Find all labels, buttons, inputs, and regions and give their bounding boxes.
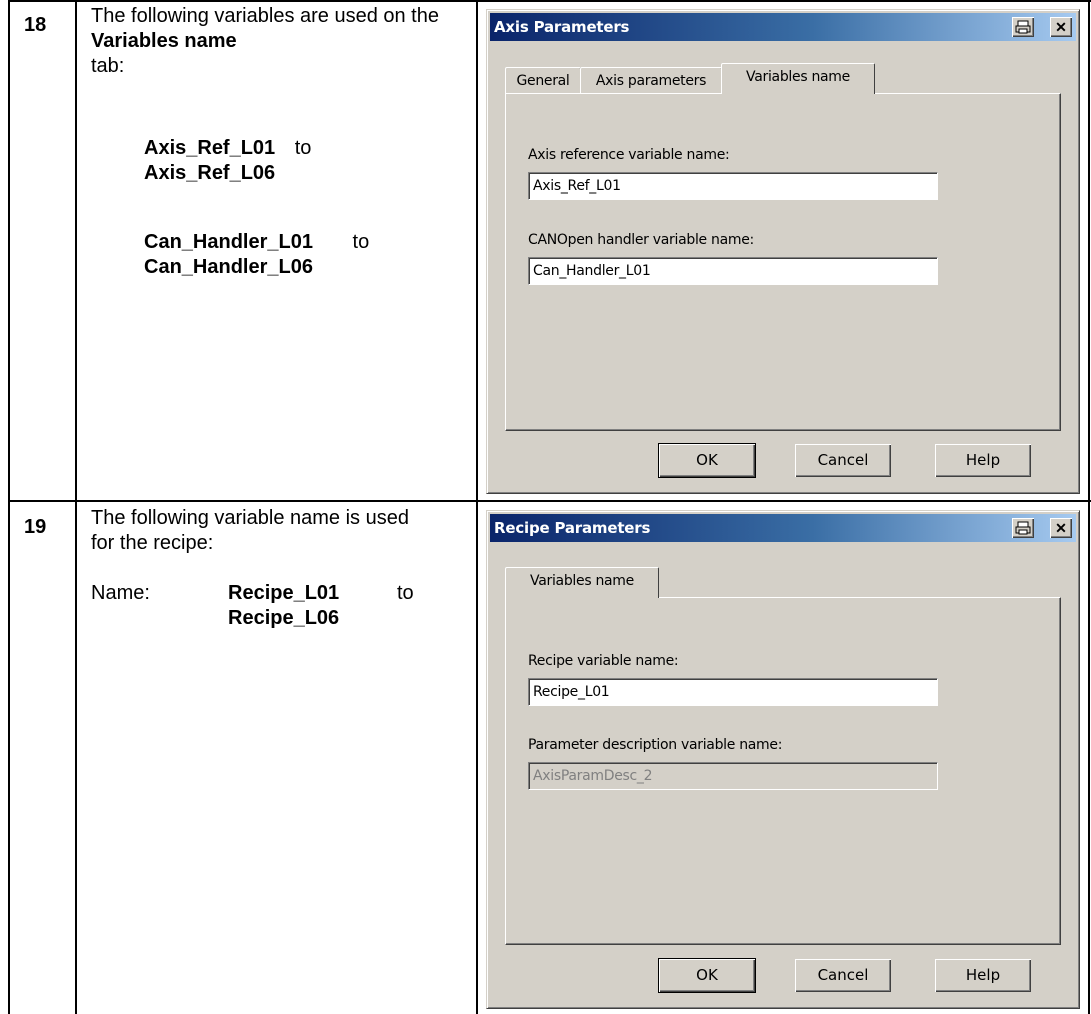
range-to: Recipe_L06 xyxy=(228,607,340,629)
axis-reference-input[interactable]: Axis_Ref_L01 xyxy=(528,172,938,200)
tab-panel: Axis reference variable name: Axis_Ref_L… xyxy=(505,93,1061,431)
parameter-description-input: AxisParamDesc_2 xyxy=(528,762,938,790)
step-number: 19 xyxy=(24,516,47,538)
step-description: The following variable name is used for … xyxy=(91,507,409,554)
recipe-parameters-dialog: Recipe Parameters ✕ Variables name Recip… xyxy=(486,510,1080,1009)
intro-text: The following variables are used on the xyxy=(91,5,439,27)
step-description: The following variables are used on the … xyxy=(91,4,471,79)
intro-end: tab: xyxy=(91,55,125,77)
close-icon[interactable]: ✕ xyxy=(1050,518,1072,538)
help-button[interactable]: Help xyxy=(935,444,1031,477)
range-to-word: to xyxy=(294,137,312,159)
title-bar: Axis Parameters ✕ xyxy=(490,13,1076,41)
close-icon[interactable]: ✕ xyxy=(1050,17,1072,37)
name-label: Name: xyxy=(91,582,150,604)
variable-range-axis: Axis_Ref_L01 to Axis_Ref_L06 xyxy=(144,136,524,186)
row-divider xyxy=(8,500,1091,502)
canopen-handler-label: CANOpen handler variable name: xyxy=(528,232,754,248)
printer-icon[interactable] xyxy=(1012,518,1034,538)
range-to-word: to xyxy=(397,582,414,604)
range-from: Axis_Ref_L01 xyxy=(144,137,276,159)
recipe-variable-label: Recipe variable name: xyxy=(528,653,679,669)
dialog-title: Axis Parameters xyxy=(494,18,630,36)
step-number: 18 xyxy=(24,14,47,36)
recipe-range: Name: Recipe_L01 to Recipe_L06 xyxy=(91,581,471,629)
canopen-handler-input[interactable]: Can_Handler_L01 xyxy=(528,257,938,285)
range-to-word: to xyxy=(352,231,370,253)
table-right-border xyxy=(1088,0,1090,1014)
range-from: Recipe_L01 xyxy=(228,582,340,604)
axis-parameters-dialog: Axis Parameters ✕ General Axis parameter… xyxy=(486,9,1080,494)
help-button[interactable]: Help xyxy=(935,959,1031,992)
axis-reference-label: Axis reference variable name: xyxy=(528,147,730,163)
range-to: Axis_Ref_L06 xyxy=(144,162,276,184)
title-bar: Recipe Parameters ✕ xyxy=(490,514,1076,542)
tab-variables-name[interactable]: Variables name xyxy=(721,63,875,94)
recipe-variable-input[interactable]: Recipe_L01 xyxy=(528,678,938,706)
table-top-border xyxy=(8,0,1091,2)
tab-panel: Recipe variable name: Recipe_L01 Paramet… xyxy=(505,597,1061,945)
tab-variables-name[interactable]: Variables name xyxy=(505,567,659,598)
dialog-title: Recipe Parameters xyxy=(494,519,651,537)
printer-icon[interactable] xyxy=(1012,17,1034,37)
ok-button[interactable]: OK xyxy=(659,959,755,992)
intro-bold: Variables name xyxy=(91,30,237,52)
table-left-border xyxy=(8,0,10,1014)
variable-range-can: Can_Handler_L01 to Can_Handler_L06 xyxy=(144,230,524,280)
tab-general[interactable]: General xyxy=(505,67,581,94)
range-from: Can_Handler_L01 xyxy=(144,231,313,253)
parameter-description-label: Parameter description variable name: xyxy=(528,737,783,753)
ok-button[interactable]: OK xyxy=(659,444,755,477)
tab-axis-parameters[interactable]: Axis parameters xyxy=(580,67,722,94)
range-to: Can_Handler_L06 xyxy=(144,256,313,278)
cancel-button[interactable]: Cancel xyxy=(795,444,891,477)
cancel-button[interactable]: Cancel xyxy=(795,959,891,992)
column-divider-number xyxy=(75,0,77,1014)
